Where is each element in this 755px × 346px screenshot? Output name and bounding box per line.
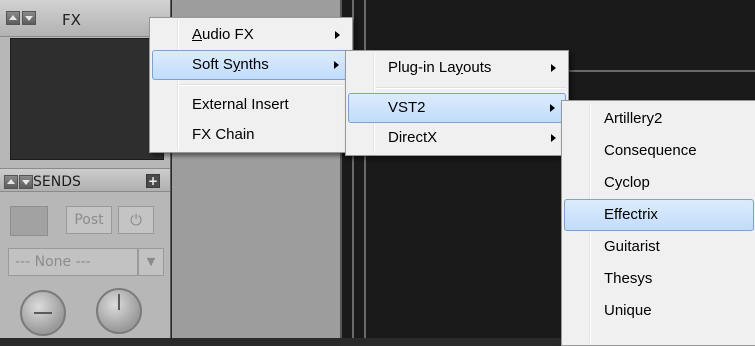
menu-item-guitarist[interactable]: Guitarist [562,231,755,263]
menu-item-label: Audio FX [192,26,254,43]
menu-item-directx[interactable]: DirectX [346,123,568,153]
menu-item-plugin-layouts[interactable]: Plug-in Layouts [346,53,568,83]
fx-title: FX [62,11,81,29]
insert-context-menu: Audio FX Soft Synths External Insert FX … [149,17,353,153]
dropdown-arrow-icon[interactable]: ▼ [138,248,164,276]
menu-item-label: Unique [604,302,652,319]
menu-item-label: Thesys [604,270,653,287]
soft-synths-submenu: Plug-in Layouts VST2 DirectX [345,50,569,156]
add-send-button[interactable]: + [146,174,160,188]
submenu-arrow-icon [550,104,555,112]
menu-item-label: VST2 [388,99,426,116]
collapse-up-icon[interactable] [6,11,20,25]
fx-list-area[interactable] [10,38,164,160]
vst2-submenu: Artillery2 Consequence Cyclop Effectrix … [561,100,755,346]
menu-item-fx-chain[interactable]: FX Chain [150,120,352,150]
menu-item-unique[interactable]: Unique [562,295,755,327]
send-mute-button[interactable] [10,206,48,236]
menu-item-effectrix[interactable]: Effectrix [564,199,754,231]
menu-item-audio-fx[interactable]: Audio FX [150,20,352,50]
sends-up-icon[interactable] [4,175,18,189]
submenu-arrow-icon [334,61,339,69]
post-button[interactable]: Post [66,206,112,234]
submenu-arrow-icon [551,64,556,72]
menu-separator [376,87,566,89]
menu-item-vst2[interactable]: VST2 [348,93,566,123]
collapse-down-icon[interactable] [22,11,36,25]
volume-knob[interactable] [96,288,142,334]
menu-item-thesys[interactable]: Thesys [562,263,755,295]
menu-item-label: Artillery2 [604,110,663,127]
menu-item-label: Effectrix [604,206,658,223]
sends-down-icon[interactable] [19,175,33,189]
menu-item-label: Plug-in Layouts [388,59,492,76]
menu-item-label: Guitarist [604,238,660,255]
submenu-arrow-icon [551,134,556,142]
menu-item-cyclop[interactable]: Cyclop [562,167,755,199]
send-target-select[interactable]: --- None --- [8,248,138,276]
submenu-arrow-icon [335,31,340,39]
menu-item-label: DirectX [388,129,438,146]
menu-item-artillery2[interactable]: Artillery2 [562,103,755,135]
menu-item-label: Soft Synths [192,56,269,73]
menu-item-label: FX Chain [192,126,255,143]
menu-item-label: Cyclop [604,174,650,191]
power-button[interactable]: ⏻ [118,206,154,234]
sends-title: SENDS [33,174,81,190]
power-icon: ⏻ [130,211,142,229]
menu-item-label: External Insert [192,96,289,113]
menu-item-soft-synths[interactable]: Soft Synths [152,50,350,80]
menu-item-external-insert[interactable]: External Insert [150,90,352,120]
menu-item-label: Consequence [604,142,697,159]
menu-item-consequence[interactable]: Consequence [562,135,755,167]
pan-knob[interactable] [20,290,66,336]
menu-separator [180,84,350,86]
